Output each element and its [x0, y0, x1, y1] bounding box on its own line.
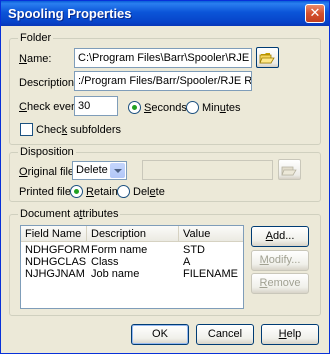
original-file-value: Delete: [76, 164, 108, 176]
name-input[interactable]: C:\Program Files\Barr\Spooler\RJE Reader: [74, 48, 252, 68]
minutes-radio[interactable]: [186, 101, 199, 114]
column-header-field-name[interactable]: Field Name: [21, 226, 87, 242]
add-button[interactable]: Add...: [251, 226, 309, 247]
check-subfolders-checkbox[interactable]: [20, 123, 33, 136]
field-name-cell: NDHGCLAS: [25, 256, 87, 268]
column-header-value[interactable]: Value: [179, 226, 243, 242]
radio-selected-dot: [132, 105, 137, 110]
name-label: Name:: [19, 53, 52, 65]
folder-group: Folder Name: C:\Program Files\Barr\Spool…: [9, 32, 321, 145]
original-file-select[interactable]: Delete: [72, 161, 127, 180]
help-button[interactable]: Help: [261, 324, 319, 345]
list-item[interactable]: NJHGJNAM Job name FILENAME: [21, 268, 243, 280]
remove-button: Remove: [251, 273, 309, 294]
seconds-radio[interactable]: [128, 101, 141, 114]
check-subfolders-label: Check subfolders: [36, 124, 121, 136]
folder-open-icon: [281, 166, 297, 176]
close-icon: ✕: [309, 5, 321, 20]
original-file-label: Original file:: [19, 166, 78, 178]
description-cell: Class: [91, 256, 119, 268]
close-button[interactable]: ✕: [305, 4, 325, 23]
disposition-group: Disposition Original file: Delete Printe…: [9, 146, 321, 202]
chevron-down-icon[interactable]: [110, 163, 125, 178]
column-header-description[interactable]: Description: [87, 226, 179, 242]
field-name-cell: NJHGJNAM: [25, 268, 85, 280]
disposition-group-label: Disposition: [18, 146, 76, 158]
spooling-properties-dialog: Spooling Properties ✕ Folder Name: C:\Pr…: [0, 0, 330, 354]
document-attributes-group: Document attributes Field Name Descripti…: [9, 208, 321, 316]
check-every-input[interactable]: 30: [74, 96, 118, 116]
window-title: Spooling Properties: [8, 6, 132, 21]
list-item[interactable]: NDHGFORM Form name STD: [21, 244, 243, 256]
seconds-label: Seconds: [144, 102, 187, 114]
disposition-path-input: [142, 160, 273, 180]
document-attributes-label: Document attributes: [18, 208, 121, 220]
delete-radio[interactable]: [117, 185, 130, 198]
value-cell: STD: [183, 244, 205, 256]
printed-file-label: Printed file:: [19, 186, 75, 198]
delete-label: Delete: [133, 186, 165, 198]
description-label: Description:: [19, 77, 78, 89]
browse-disposition-button: [278, 159, 301, 180]
description-cell: Job name: [91, 268, 140, 280]
retain-radio[interactable]: [70, 185, 83, 198]
folder-open-icon: [259, 53, 275, 64]
folder-group-label: Folder: [18, 32, 54, 44]
browse-name-button[interactable]: [256, 47, 279, 68]
minutes-label: Minutes: [202, 102, 241, 114]
modify-button: Modify...: [251, 250, 309, 271]
list-header: Field Name Description Value: [21, 226, 243, 242]
title-bar[interactable]: Spooling Properties ✕: [1, 1, 329, 26]
description-cell: Form name: [91, 244, 148, 256]
list-item[interactable]: NDHGCLAS Class A: [21, 256, 243, 268]
cancel-button[interactable]: Cancel: [196, 324, 254, 345]
description-input[interactable]: :/Program Files/Barr/Spooler/RJE Reader1…: [74, 71, 252, 91]
ok-button[interactable]: OK: [131, 324, 189, 345]
retain-label: Retain: [86, 186, 118, 198]
field-name-cell: NDHGFORM: [25, 244, 90, 256]
value-cell: FILENAME: [183, 268, 239, 280]
value-cell: A: [183, 256, 191, 268]
attributes-list[interactable]: Field Name Description Value NDHGFORM Fo…: [20, 225, 244, 309]
radio-selected-dot: [74, 189, 79, 194]
